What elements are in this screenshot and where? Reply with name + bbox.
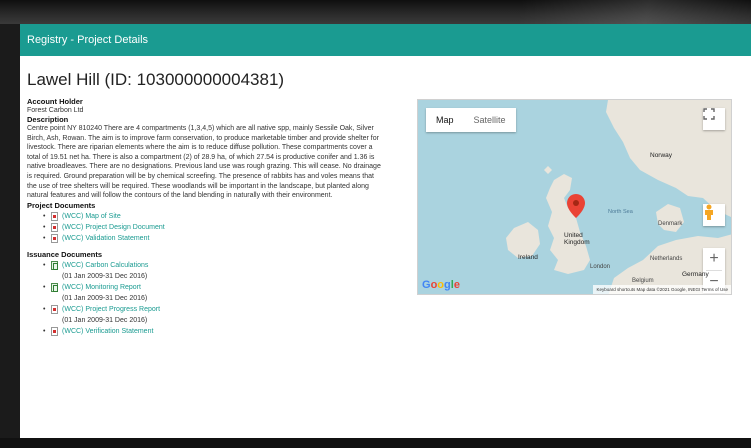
bullet: • bbox=[43, 261, 46, 269]
document-period: (01 Jan 2009-31 Dec 2016) bbox=[62, 294, 148, 302]
map-type-satellite-button[interactable]: Satellite bbox=[464, 108, 516, 132]
spreadsheet-file-icon bbox=[51, 260, 58, 270]
bezel-reflection bbox=[520, 0, 751, 24]
pin-dot bbox=[573, 200, 579, 206]
bullet: • bbox=[43, 223, 46, 231]
document-link[interactable]: (WCC) Carbon Calculations bbox=[62, 262, 148, 269]
bullet: • bbox=[43, 305, 46, 313]
pdf-file-icon bbox=[51, 211, 58, 221]
monitor-bezel-bottom bbox=[0, 438, 751, 448]
document-link[interactable]: (WCC) Validation Statement bbox=[62, 233, 149, 244]
header-title: Registry - Project Details bbox=[27, 34, 149, 46]
list-item: • (WCC) Verification Statement bbox=[43, 326, 751, 337]
document-period: (01 Jan 2009-31 Dec 2016) bbox=[62, 272, 148, 280]
document-link[interactable]: (WCC) Project Design Document bbox=[62, 222, 165, 233]
fullscreen-icon bbox=[703, 108, 715, 120]
map-label-denmark: Denmark bbox=[658, 221, 683, 227]
project-location-map[interactable]: Map Satellite + − Norway North Sea Unite… bbox=[417, 99, 732, 295]
pdf-file-icon bbox=[51, 304, 58, 314]
google-logo[interactable]: Google bbox=[422, 279, 460, 291]
map-label-germany: Germany bbox=[682, 271, 709, 278]
map-type-control: Map Satellite bbox=[426, 108, 516, 132]
map-label-north-sea: North Sea bbox=[608, 209, 633, 215]
browser-screen: Registry - Project Details Lawel Hill (I… bbox=[20, 24, 751, 438]
registry-header-bar: Registry - Project Details bbox=[20, 24, 751, 56]
map-label-netherlands: Netherlands bbox=[650, 256, 683, 262]
page-title: Lawel Hill (ID: 103000000004381) bbox=[27, 70, 285, 89]
document-link[interactable]: (WCC) Monitoring Report bbox=[62, 284, 141, 291]
zoom-in-button[interactable]: + bbox=[703, 248, 725, 270]
map-label-ireland: Ireland bbox=[518, 254, 538, 261]
document-link[interactable]: (WCC) Verification Statement bbox=[62, 326, 153, 337]
description-text: Centre point NY 810240 There are 4 compa… bbox=[27, 125, 381, 200]
list-item: • (WCC) Project Progress Report (01 Jan … bbox=[43, 304, 751, 326]
bullet: • bbox=[43, 212, 46, 220]
map-type-map-button[interactable]: Map bbox=[426, 108, 464, 132]
bullet: • bbox=[43, 234, 46, 242]
document-link[interactable]: (WCC) Project Progress Report bbox=[62, 306, 160, 313]
monitor-bezel-top bbox=[0, 0, 751, 24]
pdf-file-icon bbox=[51, 326, 58, 336]
map-label-norway: Norway bbox=[650, 152, 673, 159]
map-label-london: London bbox=[590, 264, 611, 270]
fullscreen-button[interactable] bbox=[703, 108, 725, 130]
bullet: • bbox=[43, 327, 46, 335]
map-attribution[interactable]: Keyboard shortcuts Map data ©2021 Google… bbox=[593, 285, 731, 294]
spreadsheet-file-icon bbox=[51, 282, 58, 292]
pdf-file-icon bbox=[51, 222, 58, 232]
document-link[interactable]: (WCC) Map of Site bbox=[62, 211, 121, 222]
pegman-icon bbox=[705, 204, 713, 220]
document-period: (01 Jan 2009-31 Dec 2016) bbox=[62, 316, 148, 324]
street-view-button[interactable] bbox=[703, 204, 725, 226]
bullet: • bbox=[43, 283, 46, 291]
map-label-united-kingdom: United Kingdom bbox=[564, 232, 590, 246]
pdf-file-icon bbox=[51, 233, 58, 243]
map-label-belgium: Belgium bbox=[632, 278, 654, 284]
